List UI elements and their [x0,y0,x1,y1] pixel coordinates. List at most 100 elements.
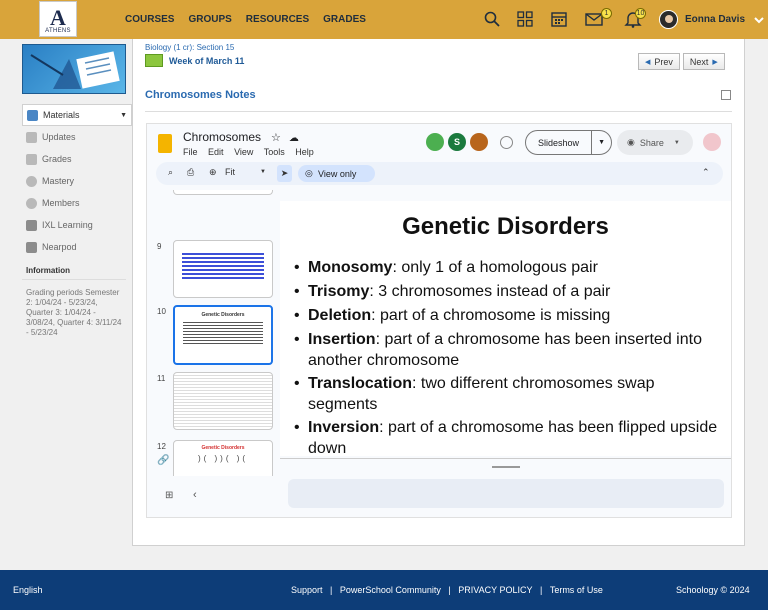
logo-text: ATHENS [45,28,71,34]
menu-edit[interactable]: Edit [208,147,224,157]
slide-thumbnail-9[interactable] [173,240,273,298]
view-only-button[interactable]: ◎ View only [298,165,375,182]
divider [145,111,732,112]
nearpod-icon [26,241,37,253]
sidebar-item-label: Mastery [42,176,75,186]
history-icon[interactable] [500,136,513,149]
menu-help[interactable]: Help [295,147,314,157]
chevron-down-icon[interactable]: ▼ [591,131,611,154]
slide-number: 9 [157,242,162,251]
search-icon[interactable]: ⌕ [168,167,173,178]
prev-button[interactable]: ◀ Prev [638,53,680,70]
extension-icon[interactable] [426,133,444,151]
bullet-item: Inversion: part of a chromosome has been… [294,417,718,459]
menu-view[interactable]: View [234,147,253,157]
slide-filmstrip[interactable]: 9 10 Genetic Disorders 11 12 🔗 Genetic D… [147,190,277,476]
footer-link-terms[interactable]: Terms of Use [550,585,603,595]
calendar-icon[interactable] [550,10,568,28]
footer-link-privacy[interactable]: PRIVACY POLICY [458,585,532,595]
sidebar-item-label: Updates [42,132,76,142]
eye-icon: ◎ [305,168,313,178]
open-external-icon[interactable] [721,90,731,100]
sidebar-item-ixl-learning[interactable]: IXL Learning [22,214,132,236]
share-button[interactable]: ◉ Share ▼ [617,130,693,155]
next-button[interactable]: Next ▶ [682,53,725,70]
sidebar-item-members[interactable]: Members [22,192,132,214]
footer-link-support[interactable]: Support [291,585,323,595]
zoom-select[interactable]: Fit [225,167,235,177]
bullet-term: Inversion [308,419,380,436]
extension-icon[interactable] [470,133,488,151]
materials-icon [27,109,38,121]
slide-thumbnail-11[interactable] [173,372,273,430]
menu-tools[interactable]: Tools [264,147,285,157]
cursor-icon[interactable]: ➤ [277,165,292,182]
chevron-down-icon[interactable]: ▼ [260,169,266,175]
doc-toolbar: ⌕ ⎙ ⊕ Fit ▼ ➤ ◎ View only ⌃ [156,162,723,185]
sidebar-item-grades[interactable]: Grades [22,148,132,170]
pink-creature-icon[interactable] [703,133,721,151]
user-avatar [659,10,678,29]
zoom-icon[interactable]: ⊕ [209,167,217,178]
sidebar-item-updates[interactable]: Updates [22,126,132,148]
karyotype-image: )( ))( )( [197,454,249,463]
nav-grades[interactable]: GRADES [323,14,366,25]
main-nav: COURSES GROUPS RESOURCES GRADES [125,14,380,25]
sidebar-item-label: Nearpod [42,242,77,252]
slide-thumbnail-8[interactable] [173,190,273,195]
footer-separator: | [440,585,459,595]
language-selector[interactable]: English [13,585,43,595]
breadcrumb[interactable]: Biology (1 cr): Section 15 [145,43,234,52]
bullet-term: Trisomy [308,283,370,300]
chevron-left-icon[interactable]: ‹ [193,489,197,501]
grid-view-icon[interactable]: ⊞ [165,490,173,501]
slides-logo-icon [158,134,172,153]
search-icon[interactable] [483,10,501,28]
star-icon[interactable]: ☆ [271,132,281,144]
nav-courses[interactable]: COURSES [125,14,174,25]
top-bar: A ATHENS COURSES GROUPS RESOURCES GRADES… [0,0,768,39]
slide-title: Genetic Disorders [402,213,609,240]
cloud-icon[interactable]: ☁ [289,133,299,144]
course-banner-image [22,44,126,94]
mastery-icon [26,175,37,187]
current-slide: Genetic Disorders Monosomy: only 1 of a … [280,201,731,459]
folder-title[interactable]: Week of March 11 [169,56,244,66]
bullet-term: Monosomy [308,259,393,276]
nav-groups[interactable]: GROUPS [188,14,231,25]
bullet-term: Deletion [308,307,372,324]
school-logo[interactable]: A ATHENS [39,1,77,37]
footer-separator: | [322,585,340,595]
chevron-up-icon[interactable]: ⌃ [702,167,710,178]
sidebar-item-label: Grades [42,154,72,164]
nav-resources[interactable]: RESOURCES [246,14,309,25]
divider [280,458,731,459]
slide-number: 12 [157,442,166,451]
resize-handle[interactable] [492,466,520,468]
menu-file[interactable]: File [183,147,198,157]
sidebar-item-materials[interactable]: Materials ▼ [22,104,132,126]
notifications-badge: 10 [635,8,646,19]
slide-thumbnail-12[interactable]: Genetic Disorders )( ))( )( [173,440,273,476]
speaker-notes[interactable] [288,479,724,508]
sidebar-item-label: Materials [43,110,80,120]
user-menu[interactable]: Eonna Davis [659,10,765,29]
apps-grid-icon[interactable] [516,10,534,28]
sidebar-item-nearpod[interactable]: Nearpod [22,236,132,258]
slide-thumbnail-10[interactable]: Genetic Disorders [173,305,273,365]
sidebar-item-mastery[interactable]: Mastery [22,170,132,192]
slideshow-button[interactable]: Slideshow ▼ [525,130,613,155]
bullet-text: : 3 chromosomes instead of a pair [369,283,611,300]
print-icon[interactable]: ⎙ [187,167,194,178]
bullet-item: Monosomy: only 1 of a homologous pair [294,257,718,278]
user-avatar-s[interactable]: S [448,133,466,151]
footer-link-community[interactable]: PowerSchool Community [340,585,441,595]
logo-mark: A [50,5,66,30]
footer-separator: | [532,585,550,595]
folder-icon [145,54,163,67]
view-only-label: View only [318,168,357,179]
bullet-text: : part of a chromosome is missing [371,307,611,324]
bullet-item: Insertion: part of a chromosome has been… [294,329,718,371]
pager: ◀ Prev Next ▶ [638,53,725,70]
sidebar-item-label: IXL Learning [42,220,93,230]
